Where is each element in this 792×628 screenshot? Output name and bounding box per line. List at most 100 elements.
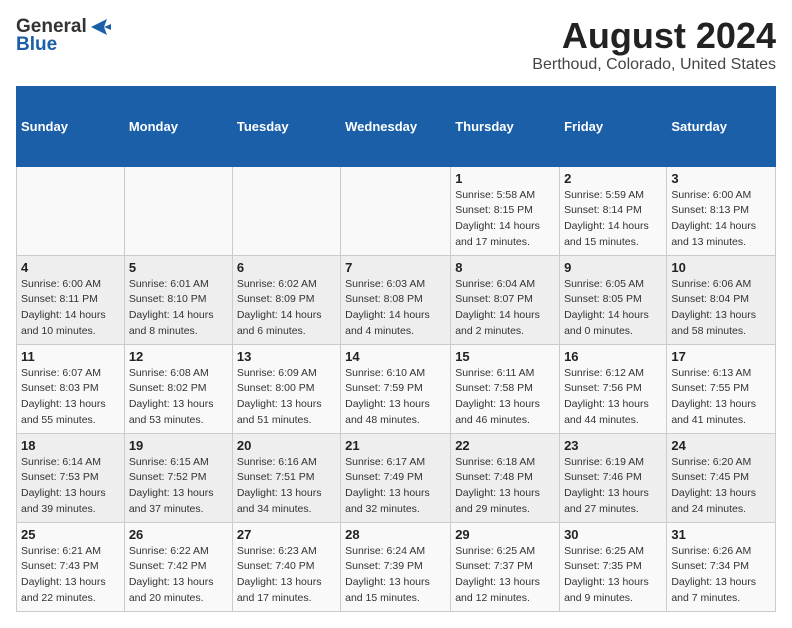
table-row: 15 Sunrise: 6:11 AMSunset: 7:58 PMDayligh…: [451, 344, 560, 433]
day-number: 3: [671, 171, 771, 186]
table-row: 22Sunrise: 6:18 AMSunset: 7:48 PMDayligh…: [451, 433, 560, 522]
calendar-week-row: 4Sunrise: 6:00 AMSunset: 8:11 PMDaylight…: [17, 255, 776, 344]
day-number: 9: [564, 260, 662, 275]
table-row: 31Sunrise: 6:26 AMSunset: 7:34 PMDayligh…: [667, 522, 776, 611]
day-info: Sunrise: 6:20 AMSunset: 7:45 PMDaylight:…: [671, 455, 771, 518]
day-info: Sunrise: 5:59 AMSunset: 8:14 PMDaylight:…: [564, 188, 662, 251]
calendar-week-row: 25 Sunrise: 6:21 AMSunset: 7:43 PMDayligh…: [17, 522, 776, 611]
day-number: 21: [345, 438, 446, 453]
col-thursday: Thursday: [451, 86, 560, 166]
day-number: 28: [345, 527, 446, 542]
table-row: 8 Sunrise: 6:04 AMSunset: 8:07 PMDaylight…: [451, 255, 560, 344]
day-number: 29: [455, 527, 555, 542]
col-tuesday: Tuesday: [232, 86, 340, 166]
day-number: 4: [21, 260, 120, 275]
table-row: 13 Sunrise: 6:09 AMSunset: 8:00 PMDayligh…: [232, 344, 340, 433]
day-info: Sunrise: 6:25 AMSunset: 7:37 PMDaylight:…: [455, 544, 555, 607]
day-number: 8: [455, 260, 555, 275]
calendar-week-row: 1Sunrise: 5:58 AMSunset: 8:15 PMDaylight…: [17, 166, 776, 255]
table-row: 2 Sunrise: 5:59 AMSunset: 8:14 PMDaylight…: [560, 166, 667, 255]
day-number: 16: [564, 349, 662, 364]
page-subtitle: Berthoud, Colorado, United States: [532, 56, 776, 74]
day-info: Sunrise: 6:21 AMSunset: 7:43 PMDaylight:…: [21, 544, 120, 607]
table-row: 19 Sunrise: 6:15 AMSunset: 7:52 PMDayligh…: [124, 433, 232, 522]
day-info: Sunrise: 6:01 AMSunset: 8:10 PMDaylight:…: [129, 277, 228, 340]
table-row: 30Sunrise: 6:25 AMSunset: 7:35 PMDayligh…: [560, 522, 667, 611]
table-row: 10 Sunrise: 6:06 AMSunset: 8:04 PMDayligh…: [667, 255, 776, 344]
day-info: Sunrise: 6:00 AMSunset: 8:13 PMDaylight:…: [671, 188, 771, 251]
day-info: Sunrise: 6:13 AMSunset: 7:55 PMDaylight:…: [671, 366, 771, 429]
day-number: 18: [21, 438, 120, 453]
table-row: [124, 166, 232, 255]
day-info: Sunrise: 6:06 AMSunset: 8:04 PMDaylight:…: [671, 277, 771, 340]
day-number: 14: [345, 349, 446, 364]
day-number: 26: [129, 527, 228, 542]
day-number: 11: [21, 349, 120, 364]
day-info: Sunrise: 6:24 AMSunset: 7:39 PMDaylight:…: [345, 544, 446, 607]
day-number: 2: [564, 171, 662, 186]
day-number: 19: [129, 438, 228, 453]
col-monday: Monday: [124, 86, 232, 166]
table-row: 12 Sunrise: 6:08 AMSunset: 8:02 PMDayligh…: [124, 344, 232, 433]
day-info: Sunrise: 6:22 AMSunset: 7:42 PMDaylight:…: [129, 544, 228, 607]
day-number: 27: [237, 527, 336, 542]
day-info: Sunrise: 6:14 AMSunset: 7:53 PMDaylight:…: [21, 455, 120, 518]
table-row: 6 Sunrise: 6:02 AMSunset: 8:09 PMDaylight…: [232, 255, 340, 344]
day-info: Sunrise: 6:03 AMSunset: 8:08 PMDaylight:…: [345, 277, 446, 340]
col-saturday: Saturday: [667, 86, 776, 166]
table-row: 27 Sunrise: 6:23 AMSunset: 7:40 PMDayligh…: [232, 522, 340, 611]
day-info: Sunrise: 6:09 AMSunset: 8:00 PMDaylight:…: [237, 366, 336, 429]
day-info: Sunrise: 6:04 AMSunset: 8:07 PMDaylight:…: [455, 277, 555, 340]
table-row: 17 Sunrise: 6:13 AMSunset: 7:55 PMDayligh…: [667, 344, 776, 433]
day-number: 7: [345, 260, 446, 275]
table-row: 4Sunrise: 6:00 AMSunset: 8:11 PMDaylight…: [17, 255, 125, 344]
day-info: Sunrise: 6:17 AMSunset: 7:49 PMDaylight:…: [345, 455, 446, 518]
table-row: 20 Sunrise: 6:16 AMSunset: 7:51 PMDayligh…: [232, 433, 340, 522]
day-number: 20: [237, 438, 336, 453]
day-info: Sunrise: 6:08 AMSunset: 8:02 PMDaylight:…: [129, 366, 228, 429]
table-row: 14 Sunrise: 6:10 AMSunset: 7:59 PMDayligh…: [341, 344, 451, 433]
day-number: 25: [21, 527, 120, 542]
table-row: 28 Sunrise: 6:24 AMSunset: 7:39 PMDayligh…: [341, 522, 451, 611]
calendar-week-row: 11 Sunrise: 6:07 AMSunset: 8:03 PMDayligh…: [17, 344, 776, 433]
col-wednesday: Wednesday: [341, 86, 451, 166]
day-info: Sunrise: 6:19 AMSunset: 7:46 PMDaylight:…: [564, 455, 662, 518]
table-row: 25 Sunrise: 6:21 AMSunset: 7:43 PMDayligh…: [17, 522, 125, 611]
table-row: 7 Sunrise: 6:03 AMSunset: 8:08 PMDaylight…: [341, 255, 451, 344]
day-info: Sunrise: 6:11 AMSunset: 7:58 PMDaylight:…: [455, 366, 555, 429]
table-row: [341, 166, 451, 255]
day-number: 5: [129, 260, 228, 275]
day-info: Sunrise: 6:05 AMSunset: 8:05 PMDaylight:…: [564, 277, 662, 340]
day-number: 10: [671, 260, 771, 275]
day-info: Sunrise: 6:23 AMSunset: 7:40 PMDaylight:…: [237, 544, 336, 607]
day-info: Sunrise: 6:25 AMSunset: 7:35 PMDaylight:…: [564, 544, 662, 607]
page-header: General Blue August 2024 Berthoud, Color…: [16, 16, 776, 74]
day-info: Sunrise: 6:07 AMSunset: 8:03 PMDaylight:…: [21, 366, 120, 429]
day-number: 12: [129, 349, 228, 364]
day-number: 1: [455, 171, 555, 186]
day-number: 22: [455, 438, 555, 453]
day-info: Sunrise: 6:12 AMSunset: 7:56 PMDaylight:…: [564, 366, 662, 429]
day-info: Sunrise: 6:16 AMSunset: 7:51 PMDaylight:…: [237, 455, 336, 518]
day-number: 24: [671, 438, 771, 453]
day-number: 17: [671, 349, 771, 364]
logo-blue-text: Blue: [16, 34, 57, 56]
table-row: 24 Sunrise: 6:20 AMSunset: 7:45 PMDayligh…: [667, 433, 776, 522]
day-number: 31: [671, 527, 771, 542]
table-row: 9 Sunrise: 6:05 AMSunset: 8:05 PMDaylight…: [560, 255, 667, 344]
table-row: 11 Sunrise: 6:07 AMSunset: 8:03 PMDayligh…: [17, 344, 125, 433]
day-number: 15: [455, 349, 555, 364]
table-row: 16 Sunrise: 6:12 AMSunset: 7:56 PMDayligh…: [560, 344, 667, 433]
day-info: Sunrise: 6:10 AMSunset: 7:59 PMDaylight:…: [345, 366, 446, 429]
table-row: 21 Sunrise: 6:17 AMSunset: 7:49 PMDayligh…: [341, 433, 451, 522]
day-number: 6: [237, 260, 336, 275]
table-row: [232, 166, 340, 255]
table-row: 5 Sunrise: 6:01 AMSunset: 8:10 PMDaylight…: [124, 255, 232, 344]
day-number: 23: [564, 438, 662, 453]
day-info: Sunrise: 6:15 AMSunset: 7:52 PMDaylight:…: [129, 455, 228, 518]
col-sunday: Sunday: [17, 86, 125, 166]
day-number: 13: [237, 349, 336, 364]
calendar-header-row: Sunday Monday Tuesday Wednesday Thursday…: [17, 86, 776, 166]
table-row: 18 Sunrise: 6:14 AMSunset: 7:53 PMDayligh…: [17, 433, 125, 522]
day-info: Sunrise: 6:02 AMSunset: 8:09 PMDaylight:…: [237, 277, 336, 340]
